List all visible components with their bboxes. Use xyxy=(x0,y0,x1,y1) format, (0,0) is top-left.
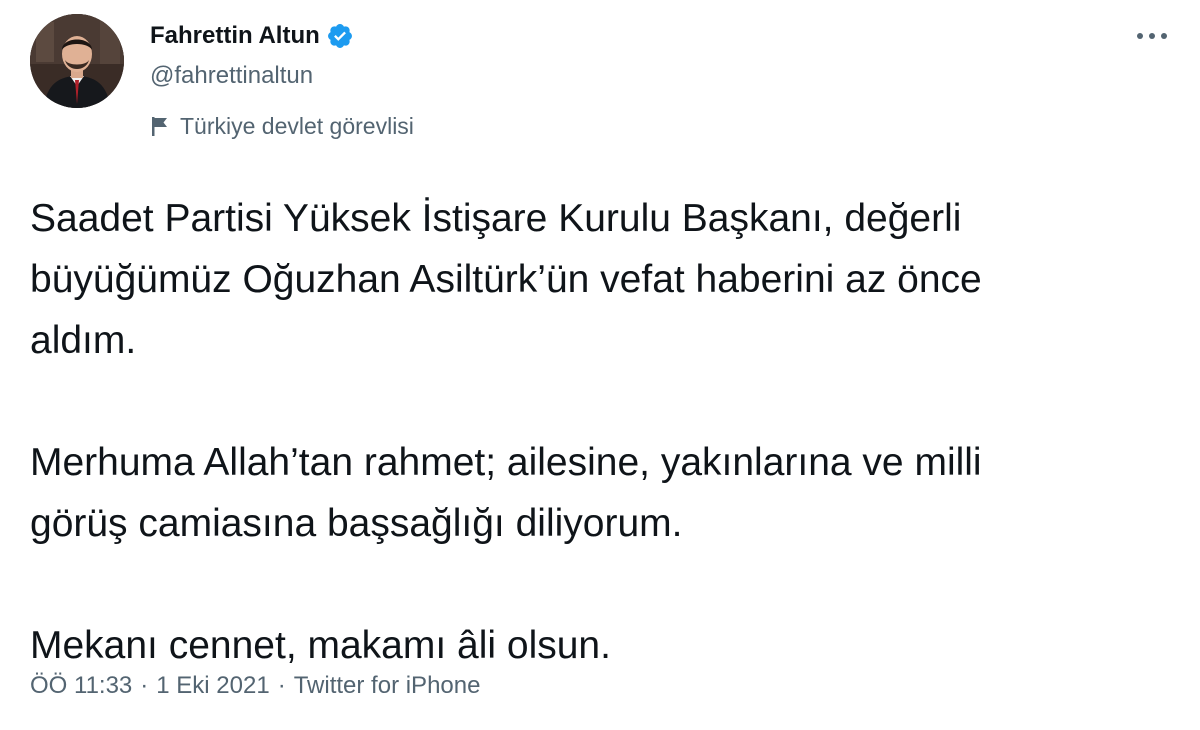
account-label-text: Türkiye devlet görevlisi xyxy=(180,112,414,139)
tweet-text: Saadet Partisi Yüksek İstişare Kurulu Ba… xyxy=(30,188,1180,676)
tweet-line: Mekanı cennet, makamı âli olsun. xyxy=(30,624,611,667)
tweet-source-link[interactable]: Twitter for iPhone xyxy=(294,672,481,700)
tweet-time-link[interactable]: ÖÖ 11:33 xyxy=(30,672,132,700)
tweet-line: görüş camiasına başsağlığı diliyorum. xyxy=(30,502,683,545)
avatar-image xyxy=(30,14,124,108)
verified-badge-icon xyxy=(326,22,354,50)
author-name-row: Fahrettin Altun xyxy=(150,20,354,52)
tweet-date-link[interactable]: 1 Eki 2021 xyxy=(156,672,269,700)
more-dot-icon xyxy=(1161,33,1167,39)
tweet-line: Saadet Partisi Yüksek İstişare Kurulu Ba… xyxy=(30,197,962,240)
author-display-name[interactable]: Fahrettin Altun xyxy=(150,22,320,50)
tweet-card: Fahrettin Altun @fahrettinaltun Türkiye … xyxy=(0,0,1200,730)
tweet-meta: ÖÖ 11:33 · 1 Eki 2021 · Twitter for iPho… xyxy=(30,672,480,700)
meta-separator: · xyxy=(140,672,149,699)
tweet-line: aldım. xyxy=(30,319,137,362)
more-dot-icon xyxy=(1137,33,1143,39)
author-handle[interactable]: @fahrettinaltun xyxy=(150,62,313,90)
tweet-line: Merhuma Allah’tan rahmet; ailesine, yakı… xyxy=(30,441,982,484)
more-dot-icon xyxy=(1149,33,1155,39)
more-options-button[interactable] xyxy=(1128,20,1176,52)
flag-icon xyxy=(150,115,170,137)
account-label[interactable]: Türkiye devlet görevlisi xyxy=(150,111,414,141)
avatar[interactable] xyxy=(30,14,124,108)
meta-separator: · xyxy=(277,672,286,699)
tweet-line: büyüğümüz Oğuzhan Asiltürk’ün vefat habe… xyxy=(30,258,982,301)
